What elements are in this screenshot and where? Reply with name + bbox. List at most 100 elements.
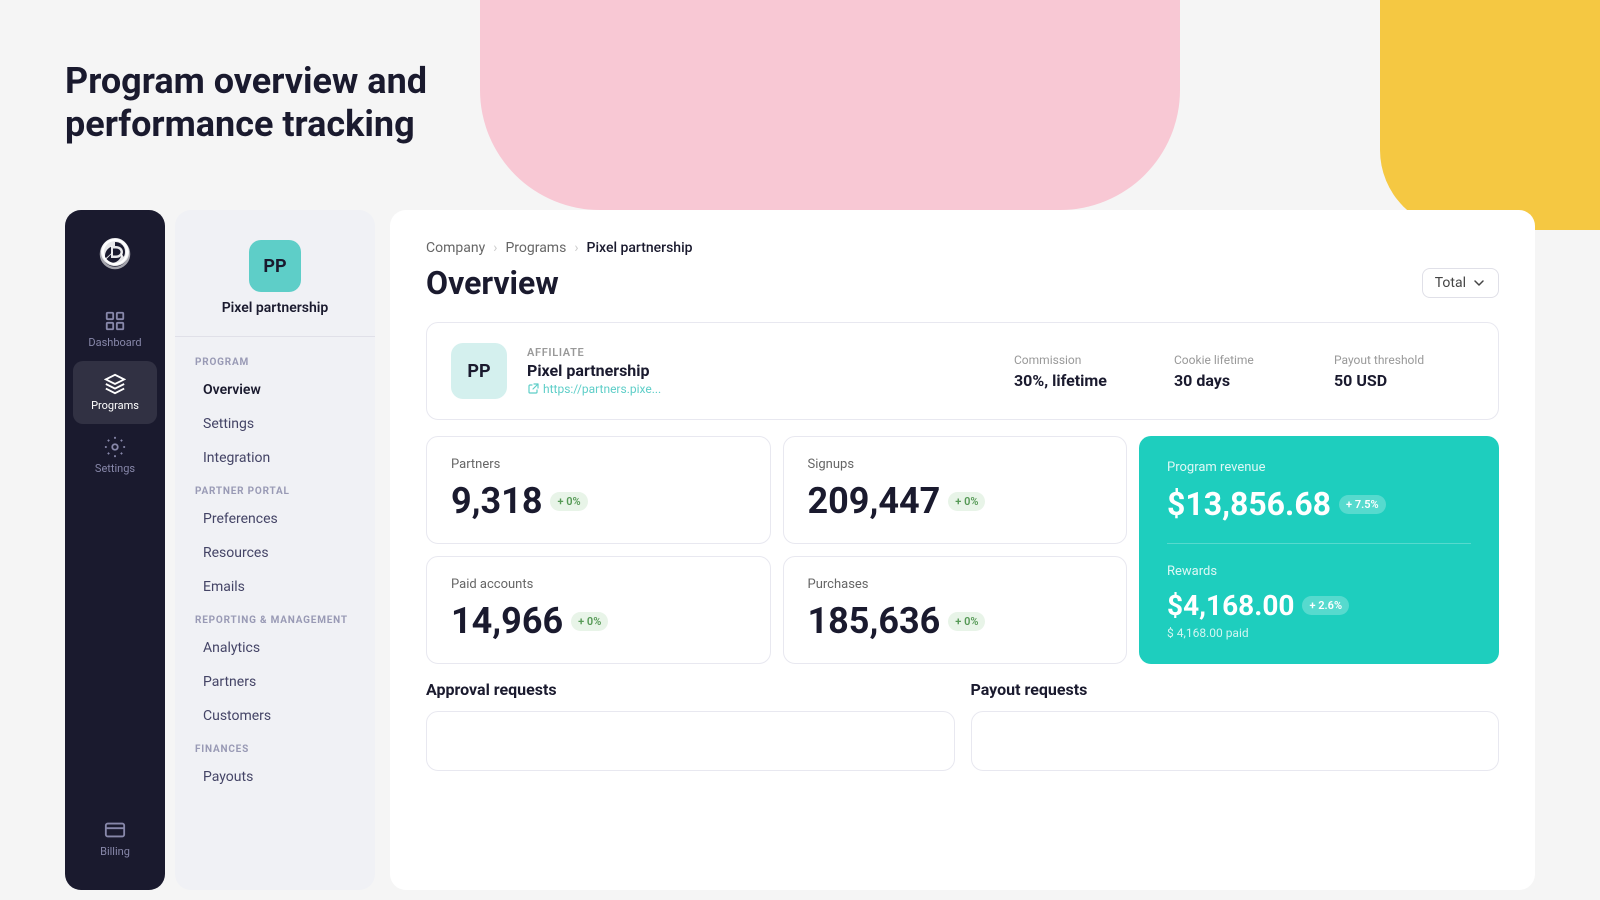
breadcrumb-programs[interactable]: Programs [505,240,566,256]
revenue-badge: + 7.5% [1339,495,1386,514]
signups-label: Signups [808,457,1103,472]
partners-label: Partners [451,457,746,472]
signups-value: 209,447 [808,480,941,522]
payout-requests-title: Payout requests [971,680,1500,699]
sidebar-item-dashboard[interactable]: Dashboard [65,298,165,361]
payout-label: Payout threshold [1334,353,1474,367]
bottom-grid: Approval requests Payout requests [426,680,1499,771]
rewards-value-row: $4,168.00 + 2.6% [1167,589,1471,622]
affiliate-link-text: https://partners.pixe... [543,382,661,396]
sidebar-section-label-program: PROGRAM [175,347,375,372]
paid-accounts-badge: + 0% [571,612,608,631]
sidebar-item-billing[interactable]: Billing [65,807,165,870]
stat-card-purchases: Purchases 185,636 + 0% [783,556,1128,664]
approval-requests-card [426,711,955,771]
affiliate-avatar: PP [451,343,507,399]
revenue-value-row: $13,856.68 + 7.5% [1167,485,1471,523]
revenue-label: Program revenue [1167,460,1471,475]
sidebar-section-portal: PARTNER PORTAL Preferences Resources Ema… [175,476,375,603]
breadcrumb-company[interactable]: Company [426,240,485,256]
affiliate-payout: Payout threshold 50 USD [1334,353,1474,390]
program-header: PP Pixel partnership [175,230,375,337]
main-content: Company › Programs › Pixel partnership O… [390,210,1535,890]
affiliate-tag: AFFILIATE [527,346,994,359]
stat-card-signups: Signups 209,447 + 0% [783,436,1128,544]
signups-value-row: 209,447 + 0% [808,480,1103,522]
sidebar-light: PP Pixel partnership PROGRAM Overview Se… [175,210,375,890]
page-title: Program overview and performance trackin… [65,60,427,146]
sidebar-menu-overview[interactable]: Overview [183,374,367,406]
sidebar-section-program: PROGRAM Overview Settings Integration [175,347,375,474]
affiliate-card: PP AFFILIATE Pixel partnership https://p… [426,322,1499,420]
purchases-badge: + 0% [948,612,985,631]
sidebar-item-settings[interactable]: Settings [65,424,165,487]
breadcrumb: Company › Programs › Pixel partnership [426,240,1499,256]
payout-requests-card [971,711,1500,771]
sidebar-section-label-reporting: REPORTING & MANAGEMENT [175,605,375,630]
affiliate-name: Pixel partnership [527,361,994,380]
approval-requests-title: Approval requests [426,680,955,699]
breadcrumb-current: Pixel partnership [587,240,693,256]
sidebar-menu-payouts[interactable]: Payouts [183,761,367,793]
total-filter-dropdown[interactable]: Total [1422,268,1499,298]
stat-card-revenue: Program revenue $13,856.68 + 7.5% Reward… [1139,436,1499,664]
content-header-row: Overview Total [426,264,1499,302]
partners-value: 9,318 [451,480,542,522]
sidebar-menu-customers[interactable]: Customers [183,700,367,732]
commission-label: Commission [1014,353,1154,367]
revenue-value: $13,856.68 [1167,485,1331,523]
stat-card-partners: Partners 9,318 + 0% [426,436,771,544]
partners-badge: + 0% [550,492,587,511]
sidebar-menu-analytics[interactable]: Analytics [183,632,367,664]
purchases-value-row: 185,636 + 0% [808,600,1103,642]
sidebar-billing-label: Billing [100,845,130,858]
sidebar-programs-label: Programs [91,399,139,412]
sidebar-menu-partners[interactable]: Partners [183,666,367,698]
page-header: Program overview and performance trackin… [65,60,427,146]
stats-grid: Partners 9,318 + 0% Signups 209,447 + 0%… [426,436,1499,664]
payout-requests-section: Payout requests [971,680,1500,771]
revenue-divider [1167,543,1471,544]
sidebar-dashboard-label: Dashboard [88,336,141,349]
bg-decoration-yellow [1380,0,1600,230]
purchases-value: 185,636 [808,600,941,642]
rewards-badge: + 2.6% [1302,596,1349,615]
content-title: Overview [426,264,559,302]
program-avatar: PP [249,240,301,292]
sidebar-section-reporting: REPORTING & MANAGEMENT Analytics Partner… [175,605,375,732]
program-name: Pixel partnership [222,300,329,316]
chevron-down-icon [1472,276,1486,290]
commission-value: 30%, lifetime [1014,371,1154,390]
app-logo[interactable] [93,230,137,274]
payout-value: 50 USD [1334,371,1474,390]
sidebar-menu-emails[interactable]: Emails [183,571,367,603]
affiliate-cookie: Cookie lifetime 30 days [1174,353,1314,390]
bg-decoration-pink [480,0,1180,210]
partners-value-row: 9,318 + 0% [451,480,746,522]
sidebar-section-label-finances: FINANCES [175,734,375,759]
sidebar-section-finances: FINANCES Payouts [175,734,375,793]
paid-accounts-label: Paid accounts [451,577,746,592]
sidebar-menu-settings[interactable]: Settings [183,408,367,440]
sidebar-dark: Dashboard Programs Settings Billing [65,210,165,890]
cookie-value: 30 days [1174,371,1314,390]
rewards-label: Rewards [1167,564,1471,579]
sidebar-item-programs[interactable]: Programs [73,361,157,424]
breadcrumb-sep-1: › [493,240,497,256]
purchases-label: Purchases [808,577,1103,592]
sidebar-section-label-portal: PARTNER PORTAL [175,476,375,501]
affiliate-commission: Commission 30%, lifetime [1014,353,1154,390]
cookie-label: Cookie lifetime [1174,353,1314,367]
breadcrumb-sep-2: › [574,240,578,256]
link-icon [527,383,539,395]
signups-badge: + 0% [948,492,985,511]
sidebar-menu-integration[interactable]: Integration [183,442,367,474]
rewards-value: $4,168.00 [1167,589,1294,622]
approval-requests-section: Approval requests [426,680,955,771]
paid-accounts-value-row: 14,966 + 0% [451,600,746,642]
affiliate-link[interactable]: https://partners.pixe... [527,382,994,396]
sidebar-menu-resources[interactable]: Resources [183,537,367,569]
total-filter-label: Total [1435,275,1466,291]
rewards-paid: $ 4,168.00 paid [1167,626,1471,640]
sidebar-menu-preferences[interactable]: Preferences [183,503,367,535]
